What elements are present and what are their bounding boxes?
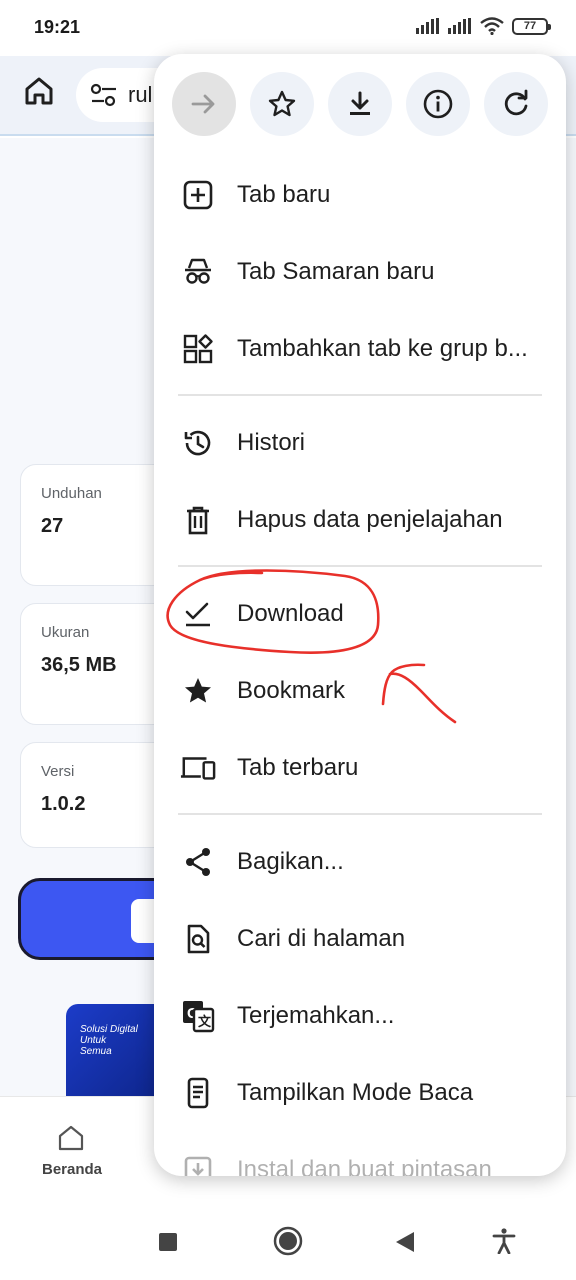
share-icon	[180, 844, 216, 880]
url-text[interactable]: rul	[128, 82, 152, 108]
info-icon	[423, 89, 453, 119]
signal-icon	[416, 18, 439, 34]
menu-item-label: Tab terbaru	[237, 754, 359, 781]
menu-item-reader-mode[interactable]: Tampilkan Mode Baca	[154, 1058, 566, 1128]
forward-button[interactable]	[172, 72, 236, 136]
menu-item-history[interactable]: Histori	[154, 408, 566, 478]
stat-value: 36,5 MB	[41, 654, 117, 676]
signal-icon	[448, 18, 471, 34]
menu-item-recent-tabs[interactable]: Tab terbaru	[154, 733, 566, 803]
home-icon	[25, 77, 53, 105]
accessibility-icon[interactable]	[492, 1228, 516, 1254]
menu-item-translate[interactable]: G文 Terjemahkan...	[154, 981, 566, 1051]
menu-item-label: Histori	[237, 429, 306, 456]
menu-item-label: Tampilkan Mode Baca	[237, 1079, 474, 1106]
stat-label: Unduhan	[41, 485, 102, 502]
back-nav-icon[interactable]	[394, 1230, 416, 1254]
stat-label: Versi	[41, 763, 75, 780]
reload-button[interactable]	[484, 72, 548, 136]
menu-item-label: Download	[237, 600, 344, 627]
status-bar: 19:21 77	[0, 0, 576, 56]
stat-value: 27	[41, 515, 64, 537]
tab-group-icon	[180, 331, 216, 367]
incognito-icon	[180, 254, 216, 290]
install-icon	[180, 1152, 216, 1176]
svg-text:文: 文	[198, 1014, 212, 1030]
home-outline-icon[interactable]	[56, 1123, 86, 1153]
trash-icon	[180, 502, 216, 538]
menu-divider	[178, 394, 542, 396]
browser-overflow-menu: Tab baru Tab Samaran baru Tambahkan tab …	[154, 54, 566, 1176]
menu-item-downloads[interactable]: Download	[154, 579, 566, 649]
forward-icon	[191, 94, 215, 114]
translate-icon: G文	[180, 998, 216, 1034]
menu-item-label: Cari di halaman	[237, 925, 406, 952]
menu-item-find-in-page[interactable]: Cari di halaman	[154, 904, 566, 974]
menu-item-clear-browsing-data[interactable]: Hapus data penjelajahan	[154, 485, 566, 555]
add-box-icon	[180, 177, 216, 213]
menu-item-new-tab[interactable]: Tab baru	[154, 160, 566, 230]
download-icon	[350, 91, 370, 115]
page-info-button[interactable]	[406, 72, 470, 136]
reader-mode-icon	[180, 1075, 216, 1111]
stat-value: 1.0.2	[41, 793, 86, 815]
menu-item-label: Tambahkan tab ke grup b...	[237, 335, 528, 362]
menu-divider	[178, 565, 542, 567]
menu-action-row	[154, 54, 566, 158]
home-nav-icon[interactable]	[273, 1226, 303, 1256]
menu-item-label: Instal dan buat pintasan	[237, 1156, 492, 1176]
menu-item-install-shortcut[interactable]: Instal dan buat pintasan	[154, 1135, 566, 1176]
menu-item-label: Bookmark	[237, 677, 346, 704]
status-icons: 77	[416, 17, 551, 35]
nav-home-label[interactable]: Beranda	[42, 1161, 102, 1178]
menu-item-add-tab-to-group[interactable]: Tambahkan tab ke grup b...	[154, 314, 566, 384]
menu-item-new-incognito-tab[interactable]: Tab Samaran baru	[154, 237, 566, 307]
download-done-icon	[180, 596, 216, 632]
menu-item-label: Bagikan...	[237, 848, 344, 875]
download-page-button[interactable]	[328, 72, 392, 136]
home-button[interactable]	[20, 72, 58, 110]
promo-text: Solusi Digital Untuk Semua	[80, 1024, 138, 1057]
menu-item-label: Terjemahkan...	[237, 1002, 395, 1029]
recents-icon[interactable]	[158, 1232, 178, 1252]
page-info-icon[interactable]	[90, 83, 118, 107]
devices-icon	[180, 750, 216, 786]
history-icon	[180, 425, 216, 461]
star-filled-icon	[180, 673, 216, 709]
battery-icon: 77	[512, 17, 551, 35]
menu-divider	[178, 813, 542, 815]
star-outline-icon	[268, 90, 296, 117]
menu-item-share[interactable]: Bagikan...	[154, 827, 566, 897]
stat-label: Ukuran	[41, 624, 90, 641]
menu-item-bookmarks[interactable]: Bookmark	[154, 656, 566, 726]
status-time: 19:21	[34, 17, 81, 37]
menu-item-label: Tab baru	[237, 181, 331, 208]
refresh-icon	[504, 89, 528, 116]
wifi-icon	[480, 17, 504, 35]
menu-item-label: Tab Samaran baru	[237, 258, 435, 285]
find-in-page-icon	[180, 921, 216, 957]
system-nav-bar	[0, 1204, 576, 1280]
bookmark-page-button[interactable]	[250, 72, 314, 136]
menu-item-label: Hapus data penjelajahan	[237, 506, 503, 533]
